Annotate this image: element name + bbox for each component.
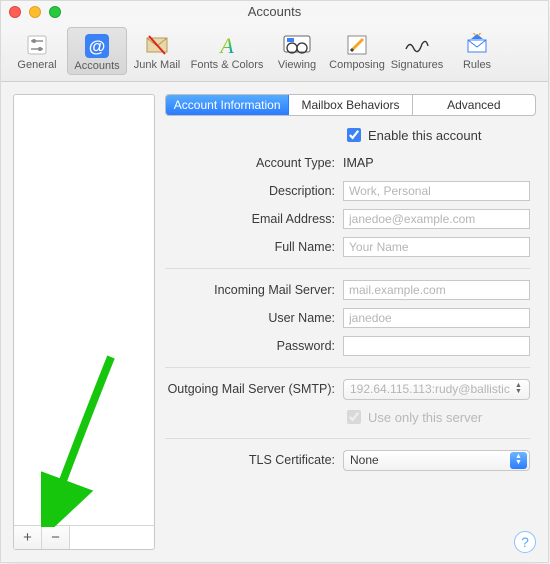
tab-account-information[interactable]: Account Information — [166, 95, 289, 115]
use-only-this-server-checkbox[interactable]: Use only this server — [343, 407, 482, 427]
toolbar-composing[interactable]: Composing — [327, 27, 387, 75]
remove-account-button[interactable]: − — [42, 526, 70, 549]
toolbar-signatures[interactable]: Signatures — [387, 27, 447, 75]
tab-advanced[interactable]: Advanced — [413, 95, 535, 115]
plus-icon: + — [23, 529, 32, 546]
svg-text:A: A — [218, 33, 234, 58]
fonts-colors-icon: A — [214, 31, 240, 59]
divider — [165, 367, 530, 368]
tab-mailbox-behaviors[interactable]: Mailbox Behaviors — [289, 95, 412, 115]
smtp-select[interactable]: 192.64.115.113:rudy@ballistic ▲▼ — [343, 379, 530, 400]
help-button[interactable]: ? — [514, 531, 536, 553]
chevron-updown-icon: ▲▼ — [510, 452, 527, 469]
preferences-toolbar: General @ Accounts Junk Mail A Fonts & C… — [1, 23, 548, 82]
description-label: Description: — [165, 184, 335, 198]
add-account-button[interactable]: + — [14, 526, 42, 549]
account-form: Enable this account Account Type: IMAP D… — [165, 124, 536, 471]
window-title: Accounts — [248, 4, 301, 19]
compose-icon — [345, 31, 369, 59]
chevron-updown-icon: ▲▼ — [510, 381, 527, 398]
tls-certificate-select[interactable]: None ▲▼ — [343, 450, 530, 471]
minus-icon: − — [51, 529, 60, 546]
password-input[interactable] — [343, 336, 530, 356]
junk-mail-icon — [144, 31, 170, 59]
accounts-list[interactable] — [14, 95, 154, 525]
close-window-button[interactable] — [9, 6, 21, 18]
window-titlebar: Accounts — [1, 1, 548, 23]
tls-label: TLS Certificate: — [165, 453, 335, 467]
at-sign-icon: @ — [84, 32, 110, 60]
svg-text:@: @ — [89, 37, 106, 56]
smtp-label: Outgoing Mail Server (SMTP): — [165, 382, 335, 396]
divider — [165, 438, 530, 439]
minimize-window-button[interactable] — [29, 6, 41, 18]
account-type-value: IMAP — [343, 156, 374, 170]
username-label: User Name: — [165, 311, 335, 325]
slider-icon — [25, 31, 49, 59]
incoming-server-input[interactable] — [343, 280, 530, 300]
fullname-label: Full Name: — [165, 240, 335, 254]
email-input[interactable] — [343, 209, 530, 229]
description-input[interactable] — [343, 181, 530, 201]
account-tabs: Account Information Mailbox Behaviors Ad… — [165, 94, 536, 116]
toolbar-accounts[interactable]: @ Accounts — [67, 27, 127, 75]
fullname-input[interactable] — [343, 237, 530, 257]
account-type-label: Account Type: — [165, 156, 335, 170]
password-label: Password: — [165, 339, 335, 353]
rules-icon — [465, 31, 489, 59]
incoming-server-label: Incoming Mail Server: — [165, 283, 335, 297]
toolbar-viewing[interactable]: Viewing — [267, 27, 327, 75]
glasses-icon — [283, 31, 311, 59]
username-input[interactable] — [343, 308, 530, 328]
email-label: Email Address: — [165, 212, 335, 226]
divider — [165, 268, 530, 269]
enable-account-checkbox[interactable]: Enable this account — [343, 125, 481, 145]
help-icon: ? — [521, 534, 529, 550]
toolbar-junk-mail[interactable]: Junk Mail — [127, 27, 187, 75]
toolbar-fonts-colors[interactable]: A Fonts & Colors — [187, 27, 267, 75]
zoom-window-button[interactable] — [49, 6, 61, 18]
accounts-sidebar: + − — [13, 94, 155, 550]
toolbar-general[interactable]: General — [7, 27, 67, 75]
signature-icon — [402, 31, 432, 59]
toolbar-rules[interactable]: Rules — [447, 27, 507, 75]
